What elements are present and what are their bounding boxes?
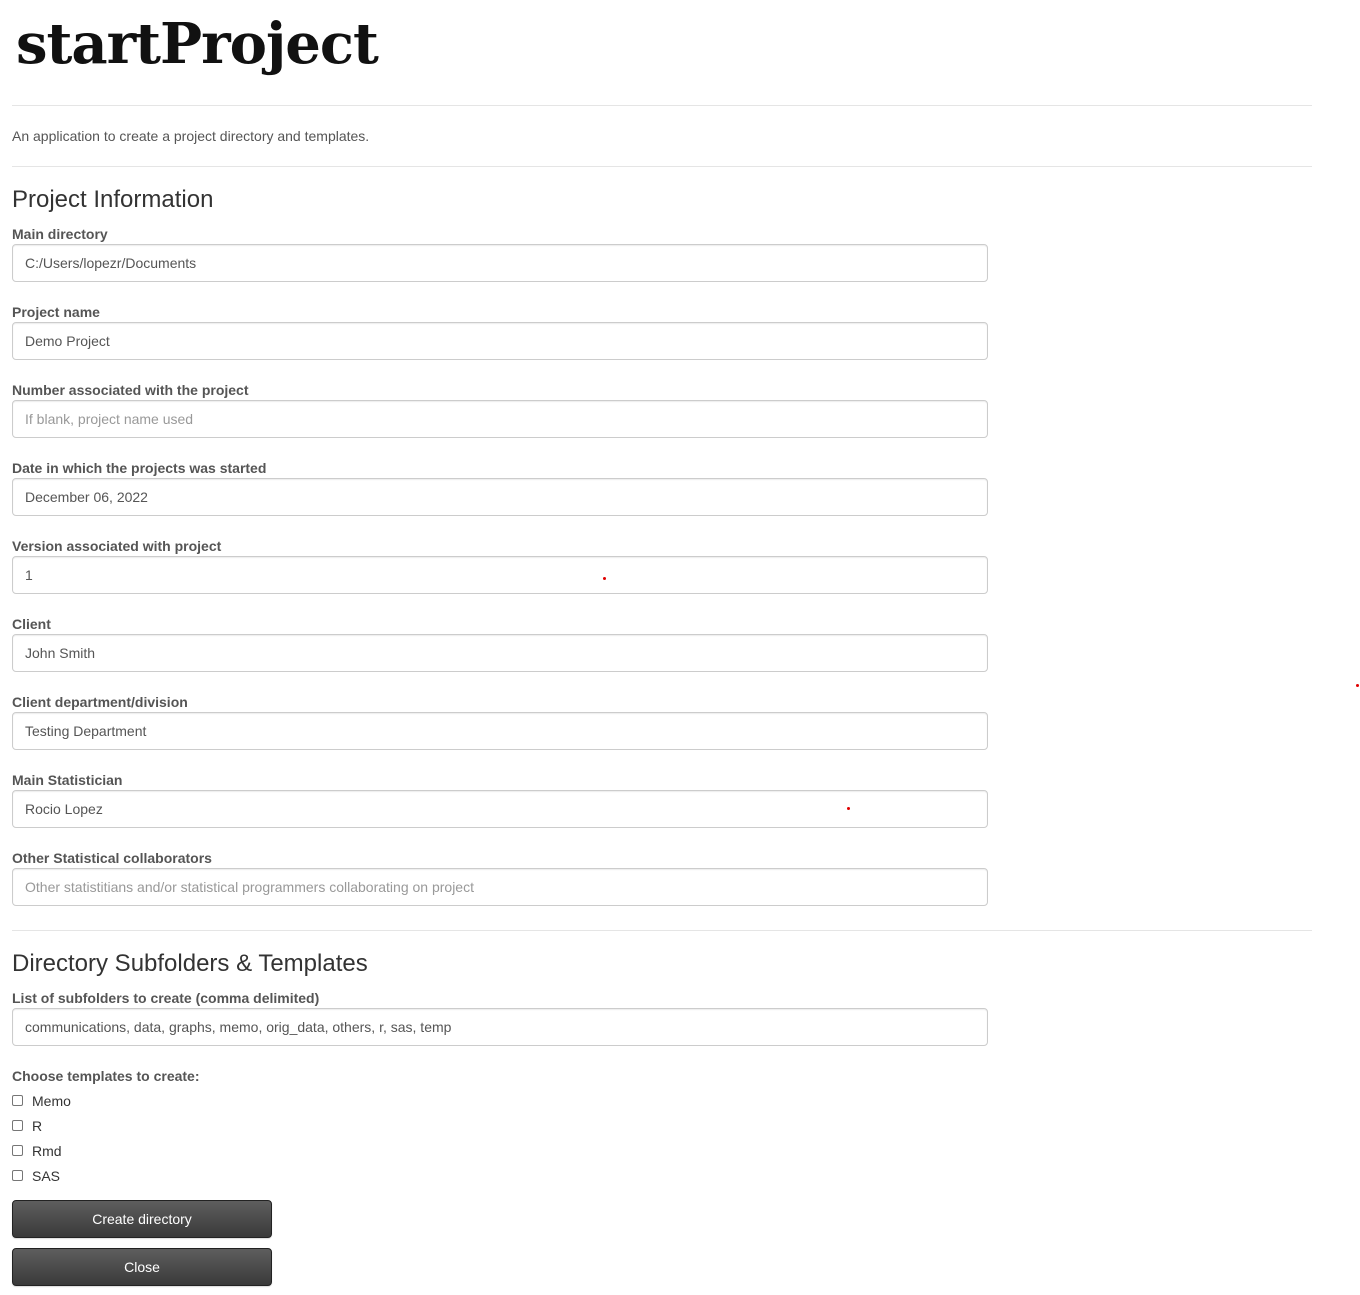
close-button[interactable]: Close xyxy=(12,1248,272,1286)
start-date-input[interactable] xyxy=(12,478,988,516)
field-label: Project name xyxy=(12,304,100,320)
r-checkbox[interactable] xyxy=(12,1120,23,1131)
checkbox-label: Rmd xyxy=(32,1142,62,1159)
field-label: Version associated with project xyxy=(12,538,222,554)
field-label: Main directory xyxy=(12,226,108,242)
field-label: Main Statistician xyxy=(12,772,123,788)
project-name-input[interactable] xyxy=(12,322,988,360)
app-description: An application to create a project direc… xyxy=(12,128,370,144)
checkbox-row-memo[interactable]: Memo xyxy=(12,1088,71,1113)
divider xyxy=(12,166,1312,167)
field-label: Other Statistical collaborators xyxy=(12,850,212,866)
checkbox-label: R xyxy=(32,1117,43,1134)
section-title-directory-subfolders: Directory Subfolders & Templates xyxy=(12,950,368,977)
field-label: List of subfolders to create (comma deli… xyxy=(12,990,320,1006)
field-label: Client xyxy=(12,616,51,632)
field-project-name: Project name xyxy=(12,304,988,376)
section-title-project-information: Project Information xyxy=(12,186,214,213)
field-client-department: Client department/division xyxy=(12,694,988,766)
version-input[interactable] xyxy=(12,556,988,594)
checkbox-row-rmd[interactable]: Rmd xyxy=(12,1138,71,1163)
client-department-input[interactable] xyxy=(12,712,988,750)
field-other-collaborators: Other Statistical collaborators xyxy=(12,850,988,922)
field-version: Version associated with project xyxy=(12,538,988,610)
red-dot-marker xyxy=(1356,684,1359,687)
checkbox-label: Memo xyxy=(32,1092,71,1109)
client-input[interactable] xyxy=(12,634,988,672)
field-label: Date in which the projects was started xyxy=(12,460,267,476)
main-statistician-input[interactable] xyxy=(12,790,988,828)
memo-checkbox[interactable] xyxy=(12,1095,23,1106)
checkbox-row-sas[interactable]: SAS xyxy=(12,1163,71,1188)
field-label: Number associated with the project xyxy=(12,382,249,398)
red-dot-marker xyxy=(847,807,850,810)
field-project-number: Number associated with the project xyxy=(12,382,988,454)
divider xyxy=(12,930,1312,931)
checkbox-row-r[interactable]: R xyxy=(12,1113,71,1138)
field-main-statistician: Main Statistician xyxy=(12,772,988,844)
project-number-input[interactable] xyxy=(12,400,988,438)
templates-label: Choose templates to create: xyxy=(12,1068,200,1084)
field-client: Client xyxy=(12,616,988,688)
field-label: Client department/division xyxy=(12,694,188,710)
divider xyxy=(12,105,1312,106)
sas-checkbox[interactable] xyxy=(12,1170,23,1181)
field-start-date: Date in which the projects was started xyxy=(12,460,988,532)
app-title-logo: startProject xyxy=(16,11,379,77)
templates-checkbox-group: Memo R Rmd SAS xyxy=(12,1088,71,1188)
checkbox-label: SAS xyxy=(32,1167,61,1184)
red-dot-marker xyxy=(603,577,606,580)
main-directory-input[interactable] xyxy=(12,244,988,282)
field-main-directory: Main directory xyxy=(12,226,988,298)
rmd-checkbox[interactable] xyxy=(12,1145,23,1156)
create-directory-button[interactable]: Create directory xyxy=(12,1200,272,1238)
other-collaborators-input[interactable] xyxy=(12,868,988,906)
subfolders-input[interactable] xyxy=(12,1008,988,1046)
field-subfolders: List of subfolders to create (comma deli… xyxy=(12,990,988,1062)
